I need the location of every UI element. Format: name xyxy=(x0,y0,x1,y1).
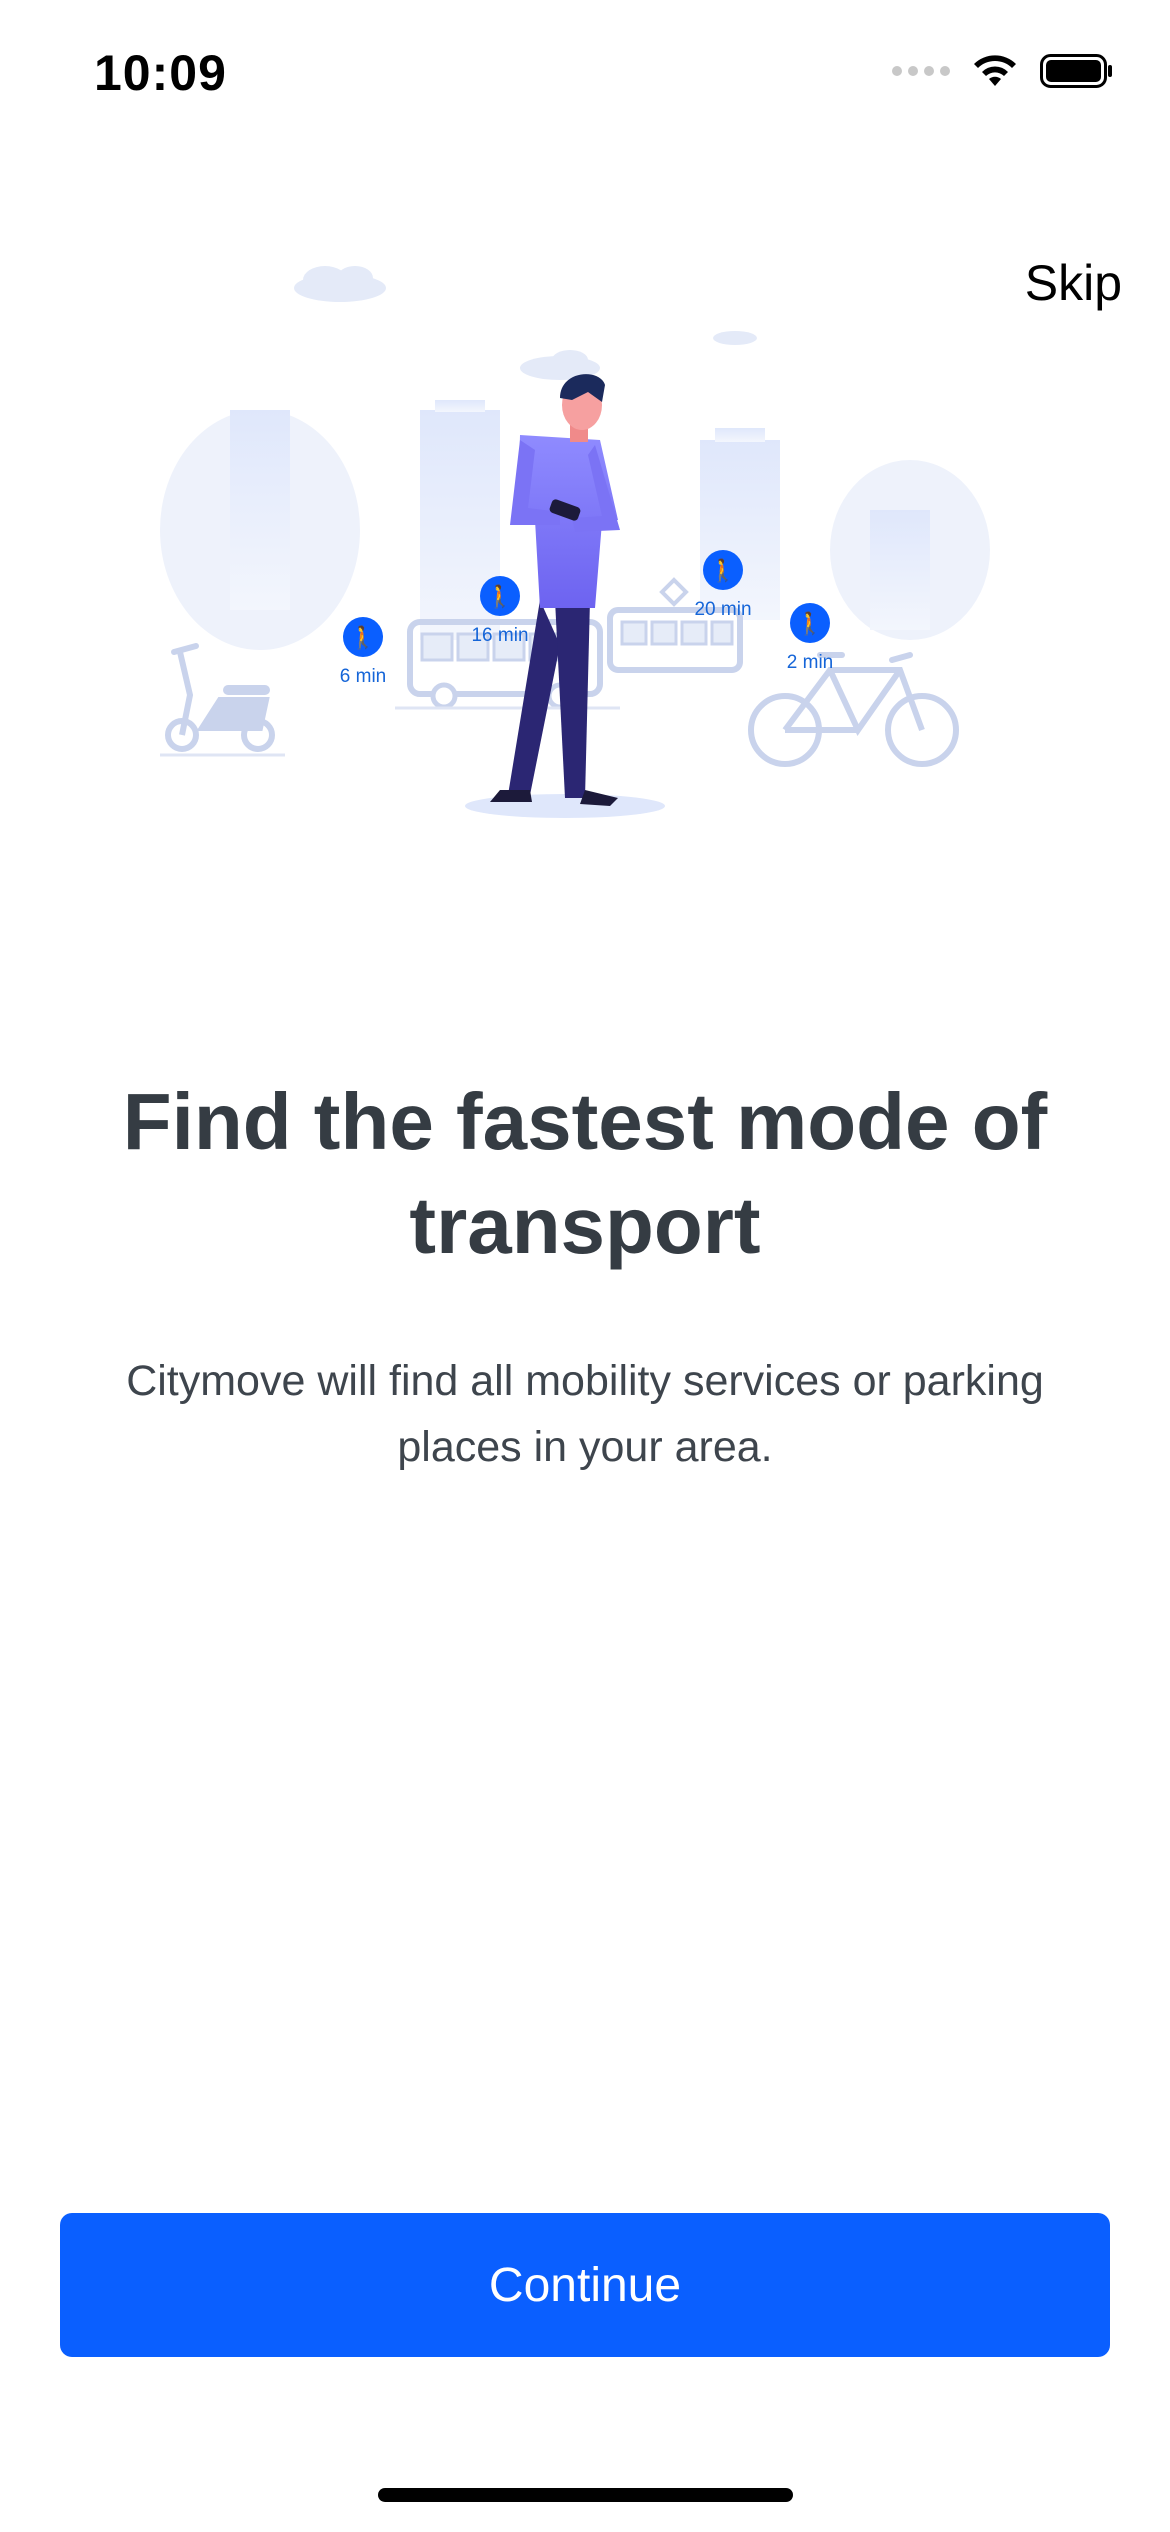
status-icons xyxy=(892,52,1114,90)
walk-time-label: 6 min xyxy=(340,666,386,687)
transport-illustration: 🚶 6 min 🚶 16 min 🚶 20 min 🚶 2 min xyxy=(160,266,990,818)
walk-time-label: 16 min xyxy=(471,625,528,646)
onboarding-description: Citymove will find all mobility services… xyxy=(70,1348,1100,1480)
continue-button[interactable]: Continue xyxy=(60,2213,1110,2357)
battery-icon xyxy=(1040,54,1112,88)
description-line: Citymove will find all mobility services… xyxy=(126,1357,1044,1405)
home-indicator[interactable] xyxy=(378,2488,793,2502)
bicycle-icon xyxy=(748,652,959,767)
status-bar: 10:09 xyxy=(0,0,1170,150)
status-time: 10:09 xyxy=(94,45,227,101)
onboarding-title: Find the fastest mode of transport xyxy=(60,1070,1110,1278)
onboarding-screen: 10:09 Skip 🚶 6 min 🚶 16 min 🚶 20 min 🚶 2… xyxy=(0,0,1170,2532)
scooter-icon xyxy=(160,643,285,757)
walking-person-icon: 🚶 xyxy=(709,558,736,583)
title-line: Find the fastest mode of xyxy=(122,1077,1048,1166)
walk-time-marker-bike: 🚶 2 min xyxy=(787,603,833,673)
walk-time-label: 20 min xyxy=(694,599,751,620)
title-line: transport xyxy=(409,1181,761,1270)
walking-person-icon: 🚶 xyxy=(349,625,376,650)
wifi-icon xyxy=(974,55,1016,86)
cellular-signal-icon xyxy=(892,66,950,76)
walk-time-marker-scooter: 🚶 6 min xyxy=(340,617,386,687)
cloud-icon xyxy=(294,266,757,380)
walking-person-icon: 🚶 xyxy=(486,584,513,609)
walk-time-label: 2 min xyxy=(787,652,833,673)
description-line: places in your area. xyxy=(397,1423,773,1471)
walking-person-icon: 🚶 xyxy=(796,611,823,636)
